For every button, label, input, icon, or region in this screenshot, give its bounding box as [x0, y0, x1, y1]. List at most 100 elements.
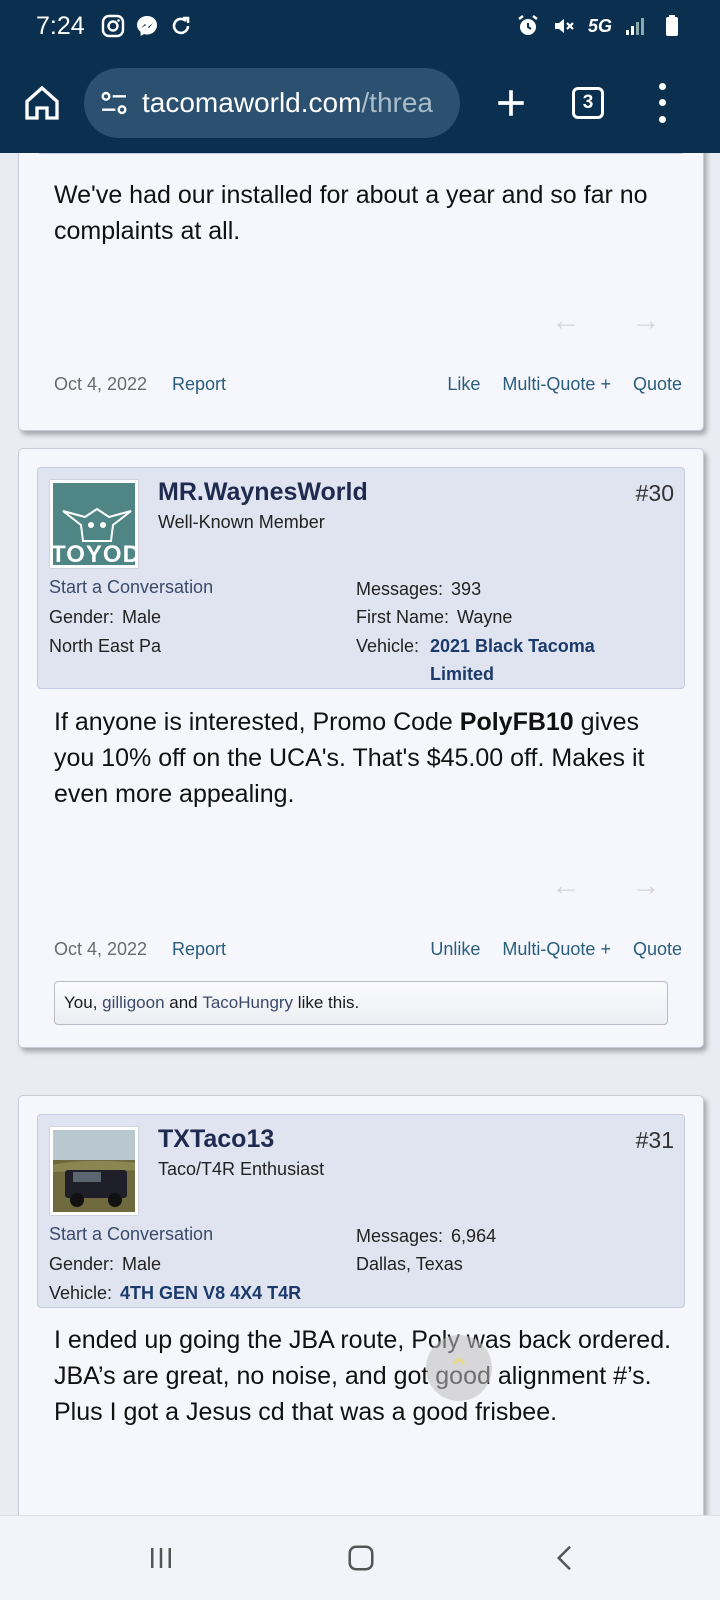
- messages-label: Messages:: [356, 579, 444, 599]
- gender-value: Male: [122, 607, 162, 627]
- recent-apps-button[interactable]: [136, 1536, 186, 1580]
- home-nav-button[interactable]: [336, 1536, 386, 1580]
- post-body-pre: If anyone is interested, Promo Code: [54, 708, 460, 736]
- post-number[interactable]: #30: [636, 480, 674, 507]
- recents-icon: [151, 1548, 171, 1568]
- location-info: Dallas, Texas: [356, 1254, 463, 1274]
- url-host: tacomaworld.com: [142, 86, 362, 118]
- likes-tail: like this.: [293, 993, 360, 1012]
- user-title: Well-Known Member: [158, 512, 325, 532]
- truck-avatar-icon: [53, 1130, 135, 1212]
- address-bar[interactable]: tacomaworld.com/threa: [84, 67, 460, 138]
- new-tab-button[interactable]: [488, 80, 534, 126]
- location-info: North East Pa: [49, 636, 162, 656]
- likes-summary: You, gilligoon and TacoHungry like this.: [54, 981, 668, 1025]
- network-label: 5G: [587, 15, 612, 36]
- likes-and: and: [164, 993, 203, 1012]
- multi-quote-link[interactable]: Multi-Quote +: [502, 374, 611, 395]
- alarm-icon: [518, 15, 538, 35]
- mute-icon: [554, 19, 574, 33]
- back-nav-button[interactable]: [540, 1536, 590, 1580]
- home-button[interactable]: [18, 79, 66, 127]
- post-footer: Oct 4, 2022 Report Unlike Multi-Quote + …: [54, 939, 682, 969]
- promo-code: PolyFB10: [459, 708, 574, 736]
- vehicle-info: Vehicle: 4TH GEN V8 4X4 T4R: [49, 1283, 301, 1304]
- tab-switcher-button[interactable]: 3: [572, 86, 604, 119]
- instagram-icon: [101, 14, 124, 38]
- post-body: I ended up going the JBA route, Poly was…: [54, 1326, 672, 1426]
- vehicle-link-line2[interactable]: Limited: [430, 664, 494, 685]
- status-time: 7:24: [36, 11, 85, 40]
- scroll-to-top-button[interactable]: ⌃: [426, 1335, 492, 1401]
- plus-icon: [498, 89, 524, 116]
- url-text: tacomaworld.com/threa: [142, 87, 433, 119]
- signal-icon: [626, 18, 644, 35]
- quote-link[interactable]: Quote: [633, 374, 682, 395]
- like-link[interactable]: Like: [447, 374, 480, 395]
- username[interactable]: TXTaco13: [158, 1125, 274, 1154]
- vehicle-link[interactable]: 4TH GEN V8 4X4 T4R: [120, 1283, 301, 1303]
- page-content: We've had our installed for about a year…: [0, 153, 720, 1515]
- post-body: We've had our installed for about a year…: [54, 181, 648, 245]
- arrow-left-icon[interactable]: ←: [551, 869, 581, 903]
- first-name-info: First Name: Wayne: [356, 607, 512, 628]
- post-footer: Oct 4, 2022 Report Like Multi-Quote + Qu…: [54, 374, 682, 404]
- gender-label: Gender:: [49, 1254, 115, 1274]
- gender-value: Male: [122, 1254, 162, 1274]
- site-settings-icon[interactable]: [98, 87, 130, 119]
- vehicle-link-line1[interactable]: 2021 Black Tacoma: [430, 636, 595, 657]
- arrow-right-icon[interactable]: →: [631, 869, 661, 903]
- post-body: If anyone is interested, Promo Code Poly…: [54, 704, 674, 812]
- chevron-up-icon: ⌃: [447, 1352, 471, 1384]
- liker-link-gilligoon[interactable]: gilligoon: [102, 993, 164, 1013]
- gender-info: Gender: Male: [49, 607, 161, 628]
- arrow-right-icon[interactable]: →: [631, 304, 661, 338]
- user-box: TOYODA MR.WaynesWorld Well-Known Member …: [37, 467, 685, 689]
- vehicle-label: Vehicle:: [356, 636, 420, 656]
- avatar[interactable]: TOYODA: [50, 480, 138, 568]
- sync-icon: [172, 16, 189, 35]
- avatar[interactable]: [50, 1127, 138, 1215]
- messenger-icon: [136, 16, 157, 36]
- browser-toolbar: tacomaworld.com/threa 3: [0, 52, 720, 153]
- start-conversation-link[interactable]: Start a Conversation: [49, 577, 213, 598]
- post-previous: We've had our installed for about a year…: [18, 153, 704, 431]
- liker-link-tacohungry[interactable]: TacoHungry: [202, 993, 293, 1013]
- home-icon: [25, 85, 59, 120]
- arrow-left-icon[interactable]: ←: [551, 304, 581, 338]
- user-title: Taco/T4R Enthusiast: [158, 1159, 325, 1179]
- post-30: TOYODA MR.WaynesWorld Well-Known Member …: [18, 448, 704, 1048]
- first-name-value: Wayne: [457, 607, 513, 627]
- messages-value: 393: [451, 579, 482, 599]
- url-path: /threa: [361, 86, 434, 118]
- first-name-label: First Name:: [356, 607, 450, 627]
- avatar-text: TOYODA: [51, 541, 135, 568]
- username[interactable]: MR.WaynesWorld: [158, 478, 368, 507]
- report-link[interactable]: Report: [172, 374, 226, 395]
- post-date: Oct 4, 2022: [54, 939, 148, 959]
- post-number[interactable]: #31: [636, 1127, 674, 1154]
- back-chevron-icon: [556, 1545, 571, 1571]
- system-nav-bar: [0, 1515, 720, 1600]
- report-link[interactable]: Report: [172, 939, 226, 960]
- user-box: TXTaco13 Taco/T4R Enthusiast #31 Start a…: [37, 1114, 685, 1308]
- gender-label: Gender:: [49, 607, 115, 627]
- user-box-previous: [37, 153, 685, 154]
- unlike-link[interactable]: Unlike: [430, 939, 480, 960]
- browser-menu-button[interactable]: [652, 82, 672, 123]
- post-date: Oct 4, 2022: [54, 374, 148, 394]
- status-bar: 7:24 5G: [0, 0, 720, 52]
- home-square-icon: [348, 1545, 374, 1571]
- multi-quote-link[interactable]: Multi-Quote +: [502, 939, 611, 960]
- likes-you: You,: [64, 993, 103, 1012]
- quote-link[interactable]: Quote: [633, 939, 682, 960]
- post-31: TXTaco13 Taco/T4R Enthusiast #31 Start a…: [18, 1095, 704, 1515]
- gender-info: Gender: Male: [49, 1254, 161, 1275]
- battery-icon: [666, 15, 678, 36]
- start-conversation-link[interactable]: Start a Conversation: [49, 1224, 213, 1245]
- vehicle-label: Vehicle:: [49, 1283, 113, 1303]
- messages-label: Messages:: [356, 1226, 444, 1246]
- messages-value: 6,964: [451, 1226, 497, 1246]
- messages-info: Messages: 6,964: [356, 1226, 496, 1247]
- messages-info: Messages: 393: [356, 579, 481, 600]
